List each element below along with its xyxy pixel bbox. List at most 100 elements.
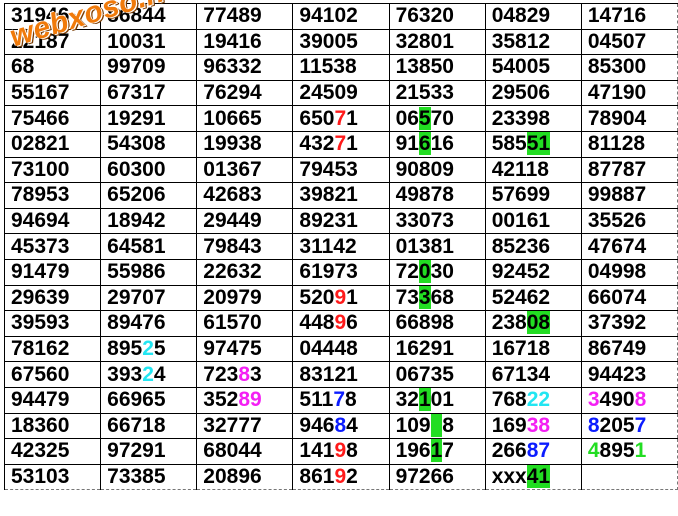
number-segment: 49878 (395, 183, 454, 207)
table-row: 18360 66718 32777 94684 10998 16938 82057 (3, 412, 678, 440)
number-segment: 91479 (11, 260, 70, 284)
number-cell: 42325 (3, 438, 102, 465)
number-segment: 895 (599, 439, 635, 463)
number-segment: 7 (634, 413, 647, 437)
number-cell: 67317 (100, 79, 198, 107)
number-cell: 97475 (196, 335, 294, 363)
number-cell: 45373 (3, 233, 102, 260)
number-cell: 34908 (580, 386, 678, 414)
number-cell: 19416 (196, 28, 294, 56)
number-segment: 01 (430, 388, 454, 412)
number-cell: 23808 (484, 310, 582, 337)
number-segment: 45373 (11, 234, 70, 258)
number-segment: 19291 (107, 106, 166, 130)
number-cell: 32801 (388, 28, 486, 56)
number-segment: 55167 (11, 81, 70, 105)
number-segment: 141 (299, 439, 335, 463)
number-segment: 39005 (299, 29, 358, 53)
number-segment: 29639 (11, 285, 70, 309)
number-segment: 08 (526, 311, 551, 335)
number-cell: 85236 (484, 233, 582, 260)
number-cell: 66965 (100, 386, 198, 414)
number-cell: 61973 (292, 258, 390, 286)
number-cell: 57699 (484, 182, 582, 209)
number-cell: 10031 (100, 28, 198, 56)
number-cell: 48951 (580, 438, 678, 465)
number-segment: 85236 (491, 234, 551, 258)
number-segment: 10665 (203, 106, 262, 130)
number-segment: 16718 (491, 337, 551, 361)
table-row: 45373 64581 79843 31142 01381 85236 47674 (3, 233, 678, 260)
number-segment: 68044 (203, 439, 262, 463)
number-segment: 68 (430, 285, 454, 309)
number-cell: 76294 (196, 79, 294, 107)
number-segment: 06735 (395, 362, 454, 386)
number-segment: 861 (299, 464, 335, 488)
table-row: 53103 73385 20896 86192 97266 xxx41 (3, 463, 678, 491)
table-row: 78162 89525 97475 04448 16291 16718 86749 (3, 335, 678, 363)
number-segment: 32801 (395, 29, 454, 53)
number-segment: 73385 (107, 464, 166, 488)
number-cell: 94684 (292, 412, 390, 440)
number-segment: 22 (526, 388, 551, 412)
number-segment: 6 (346, 311, 358, 335)
number-cell: 44896 (292, 310, 390, 337)
number-segment: 06 (395, 106, 419, 130)
number-cell: 99709 (100, 54, 198, 81)
number-cell: 89525 (100, 335, 198, 363)
number-cell: 29449 (196, 207, 294, 235)
number-segment: 2 (346, 464, 358, 488)
number-cell: 81128 (580, 130, 678, 158)
number-cell: 21533 (388, 79, 486, 107)
number-cell: 29707 (100, 284, 198, 312)
number-segment: 81128 (587, 132, 646, 156)
number-segment: 51 (526, 132, 551, 156)
number-cell: 01381 (388, 233, 486, 260)
number-cell: 06735 (388, 361, 486, 388)
number-segment: 32777 (203, 413, 262, 437)
number-cell: 22632 (196, 258, 294, 286)
number-cell: 16938 (484, 412, 582, 440)
number-cell: 18360 (3, 412, 102, 440)
number-segment: 92452 (491, 260, 551, 284)
number-segment: 33073 (395, 209, 454, 233)
number-cell: xxx41 (484, 463, 582, 491)
number-segment: 87 (526, 439, 551, 463)
number-segment: 5 (153, 337, 166, 361)
number-segment: 94102 (299, 4, 358, 28)
number-segment: 585 (491, 132, 527, 156)
number-segment: 1 (418, 388, 431, 412)
number-cell: 04507 (580, 28, 678, 56)
number-cell: 68044 (196, 438, 294, 465)
number-segment: 04829 (491, 4, 551, 28)
number-cell: 72383 (196, 361, 294, 388)
number-segment: 1 (346, 106, 358, 130)
number-segment: 8 (345, 388, 357, 412)
number-segment: 946 (299, 413, 335, 437)
number-segment: 8 (334, 413, 347, 437)
number-segment: 29707 (107, 285, 166, 309)
number-segment: 04507 (587, 29, 647, 53)
number-cell: 66898 (388, 310, 486, 337)
number-segment: 650 (299, 106, 335, 130)
table-row: 29639 29707 20979 52091 73368 52462 66074 (3, 284, 678, 312)
number-segment: 4 (346, 413, 358, 437)
number-segment: 3 (587, 388, 600, 412)
number-segment: 57699 (491, 183, 551, 207)
number-segment: 65206 (107, 183, 166, 207)
number-cell: 42683 (196, 182, 294, 209)
number-cell: 19291 (100, 105, 198, 132)
number-segment: 21533 (395, 81, 454, 105)
number-segment: 16291 (395, 337, 454, 361)
number-segment: 30 (430, 260, 454, 284)
number-segment: 1 (634, 439, 647, 463)
number-cell: 16291 (388, 335, 486, 363)
number-cell: 73385 (100, 463, 198, 491)
number-segment: 39821 (299, 183, 358, 207)
number-cell: 94479 (3, 386, 102, 414)
number-cell: 68 (3, 54, 102, 81)
number-segment: 20896 (203, 464, 262, 488)
number-cell: 72030 (388, 258, 486, 286)
number-cell: 85300 (580, 54, 678, 81)
number-cell: 73368 (388, 284, 486, 312)
